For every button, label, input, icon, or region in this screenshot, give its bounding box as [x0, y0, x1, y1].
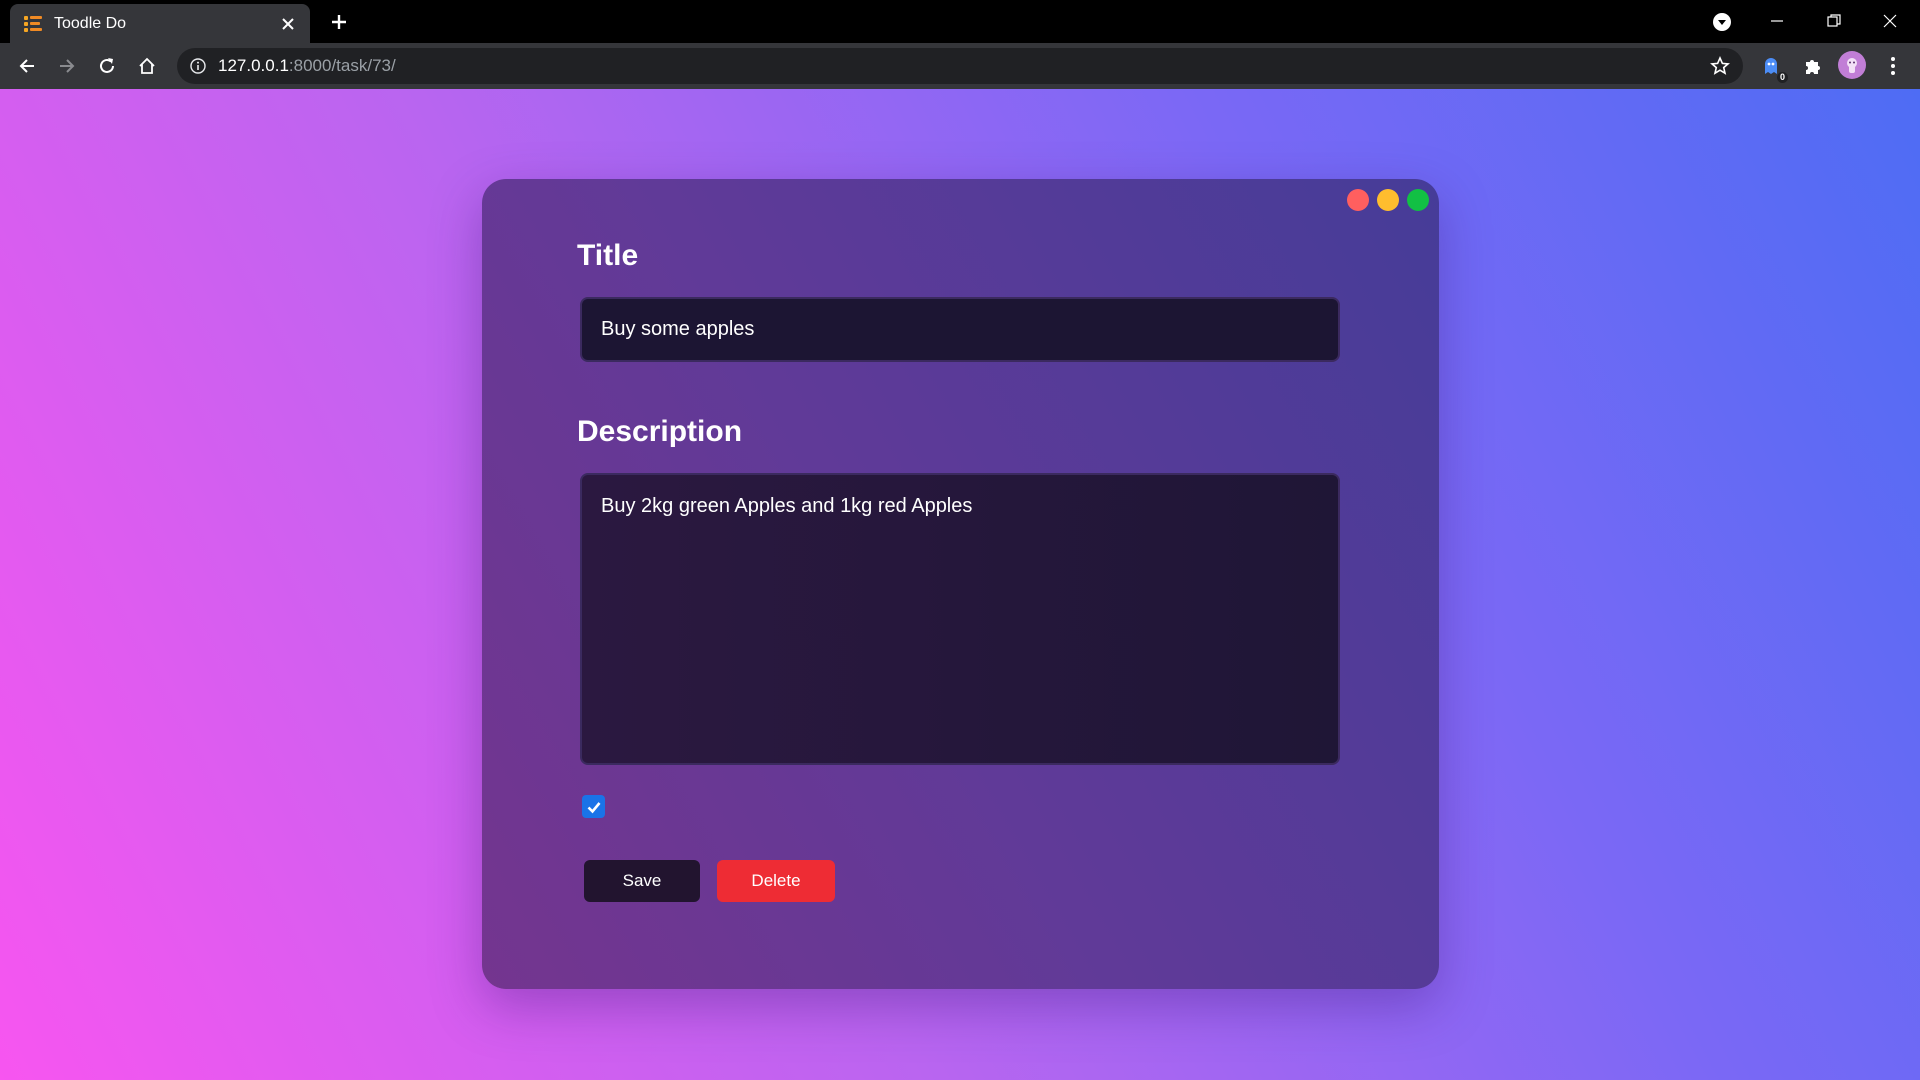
red-dot-icon — [1347, 189, 1369, 211]
completed-checkbox[interactable] — [582, 795, 605, 818]
info-icon[interactable] — [189, 57, 207, 75]
title-input-value: Buy some apples — [601, 318, 755, 340]
reload-icon[interactable] — [92, 51, 122, 81]
tab-strip: Toodle Do — [0, 0, 1920, 43]
save-button[interactable]: Save — [584, 860, 700, 902]
kebab-menu-icon[interactable] — [1880, 53, 1906, 79]
description-textarea[interactable]: Buy 2kg green Apples and 1kg red Apples — [580, 473, 1340, 765]
minimize-icon[interactable] — [1757, 6, 1797, 36]
green-dot-icon — [1407, 189, 1429, 211]
title-label: Title — [577, 239, 639, 272]
restore-icon[interactable] — [1814, 6, 1854, 36]
description-label: Description — [577, 415, 743, 448]
back-arrow-icon[interactable] — [12, 51, 42, 81]
url-path: :8000/task/73/ — [288, 56, 396, 75]
checkmark-icon — [587, 801, 601, 813]
task-edit-card: Title Buy some apples Description Buy 2k… — [482, 179, 1439, 989]
profile-avatar-icon[interactable] — [1838, 51, 1866, 79]
description-value: Buy 2kg green Apples and 1kg red Apples — [601, 495, 973, 517]
extension-ghost-icon[interactable]: 0 — [1758, 53, 1788, 83]
url-host: 127.0.0.1 — [218, 56, 289, 75]
plus-icon[interactable] — [325, 8, 353, 36]
browser-tab[interactable]: Toodle Do — [10, 4, 310, 43]
forward-arrow-icon[interactable] — [52, 51, 82, 81]
close-window-icon[interactable] — [1870, 6, 1910, 36]
extension-badge: 0 — [1776, 72, 1788, 83]
close-icon[interactable] — [276, 12, 300, 36]
puzzle-icon[interactable] — [1800, 53, 1826, 79]
checklist-icon — [24, 14, 44, 34]
chevron-down-circle-icon[interactable] — [1710, 10, 1734, 34]
home-icon[interactable] — [132, 51, 162, 81]
address-bar[interactable]: 127.0.0.1:8000/task/73/ — [177, 48, 1743, 84]
yellow-dot-icon — [1377, 189, 1399, 211]
page-viewport: Title Buy some apples Description Buy 2k… — [0, 89, 1920, 1080]
browser-toolbar: 127.0.0.1:8000/task/73/ 0 — [0, 43, 1920, 89]
tab-title: Toodle Do — [54, 14, 127, 32]
bookmark-star-icon[interactable] — [1709, 55, 1731, 77]
url-text[interactable]: 127.0.0.1:8000/task/73/ — [218, 48, 396, 84]
title-input[interactable]: Buy some apples — [580, 297, 1340, 362]
delete-button[interactable]: Delete — [717, 860, 835, 902]
window-dots — [1347, 189, 1429, 211]
